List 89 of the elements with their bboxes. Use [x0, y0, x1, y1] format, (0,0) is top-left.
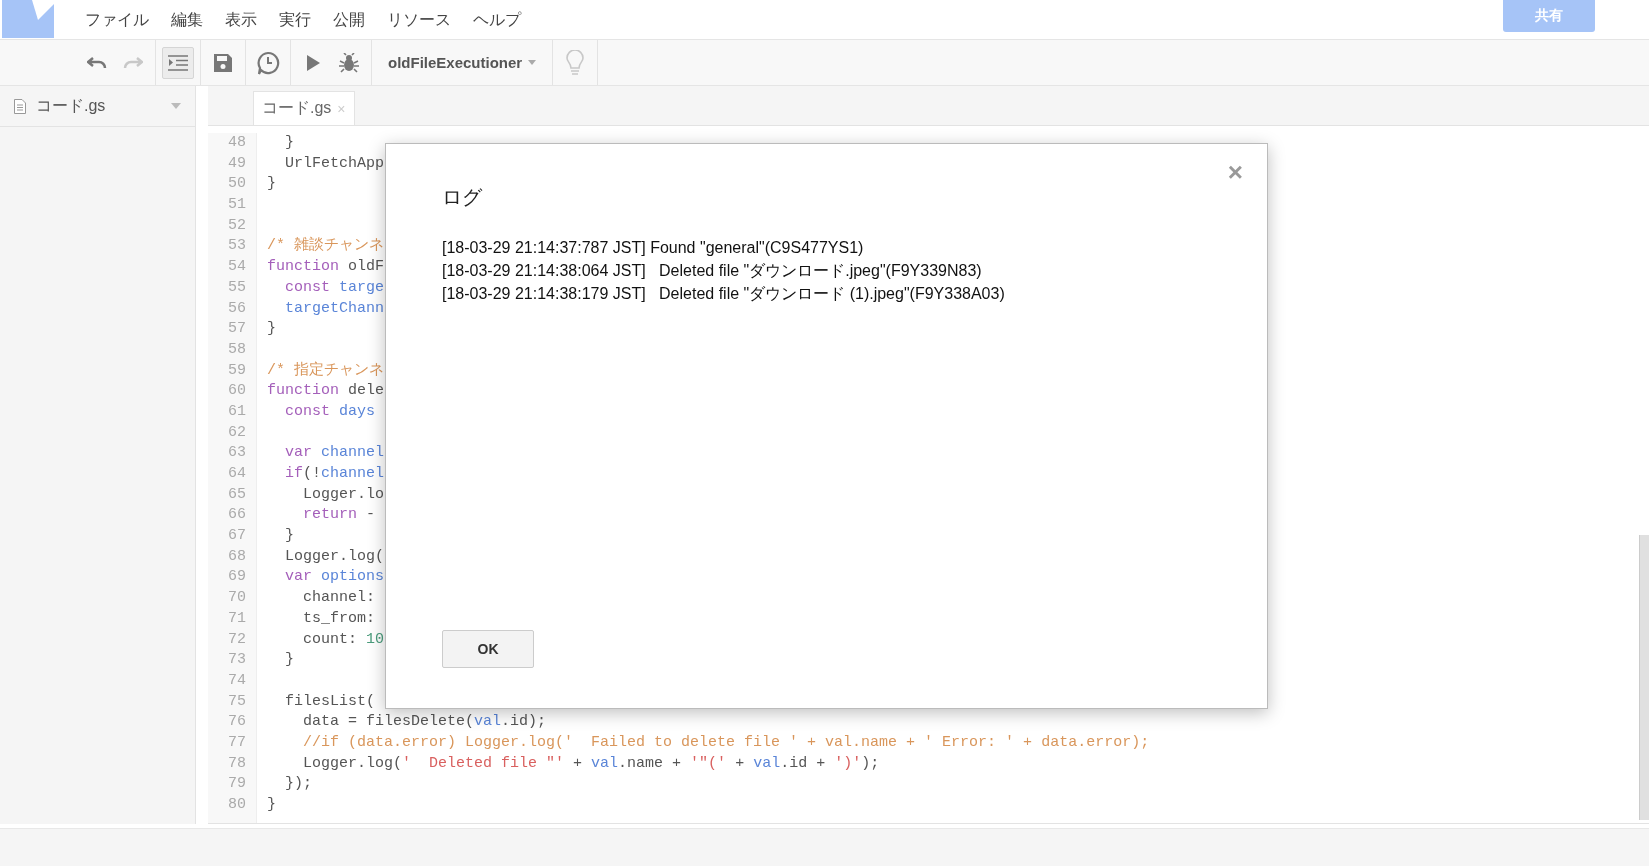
code-line: //if (data.error) Logger.log(' Failed to delete file ' + val.name + ' Error: ' + data.error); — [302, 732, 1150, 753]
line-number: 72 — [227, 629, 247, 650]
line-number: 79 — [227, 774, 247, 795]
code-line: function dele — [266, 381, 385, 402]
code-line: } — [284, 133, 294, 153]
line-number: 76 — [227, 712, 247, 733]
dialog-title: ログ — [442, 185, 483, 210]
file-tab[interactable]: コード.gs × — [253, 91, 355, 125]
scrollbar[interactable] — [1639, 535, 1649, 820]
code-line: UrlFetchApp — [284, 153, 385, 174]
line-number: 68 — [227, 546, 247, 567]
ok-button[interactable]: OK — [442, 630, 534, 668]
menu-item[interactable]: 編集 — [160, 10, 214, 31]
log-line: [18-03-29 21:14:38:064 JST] Deleted file "ダウンロード.jpeg"(F9Y339N83) — [442, 261, 983, 281]
line-number: 51 — [227, 195, 247, 216]
undo-icon — [87, 55, 107, 70]
code-line: } — [266, 795, 276, 815]
log-line: [18-03-29 21:14:38:179 JST] Deleted file "ダウンロード (1).jpeg"(F9Y338A03) — [442, 284, 1006, 304]
line-number: 49 — [227, 153, 247, 174]
menu-item[interactable]: ヘルプ — [462, 10, 532, 31]
function-select[interactable]: oldFileExecutioner — [378, 54, 547, 71]
menu-item[interactable]: 表示 — [214, 10, 268, 31]
line-number: 56 — [227, 298, 247, 319]
line-number: 48 — [227, 133, 247, 153]
play-icon — [306, 54, 320, 71]
redo-icon — [123, 55, 143, 70]
line-number: 53 — [227, 236, 247, 257]
code-line: Logger.log( — [284, 546, 385, 567]
code-line: var channel — [284, 443, 385, 464]
line-number: 63 — [227, 443, 247, 464]
line-number: 78 — [227, 753, 247, 774]
line-number: 54 — [227, 257, 247, 278]
save-icon — [214, 53, 232, 72]
indent-button[interactable] — [162, 46, 194, 79]
code-line: targetChann — [284, 298, 385, 319]
code-line: channel: — [302, 588, 376, 609]
line-number: 58 — [227, 339, 247, 360]
code-line: /* 雑談チャンネ — [266, 236, 384, 257]
lightbulb-icon — [566, 49, 585, 76]
log-line: [18-03-29 21:14:37:787 JST] Found "general"(C9S477YS1) — [442, 238, 865, 258]
line-number: 66 — [227, 505, 247, 526]
code-line: /* 指定チャンネ — [266, 360, 384, 381]
code-line: return - — [302, 505, 376, 526]
tab-label: コード.gs — [262, 98, 332, 118]
code-line: data = filesDelete(val.id); — [302, 712, 547, 733]
code-line: Logger.log(' Deleted file "' + val.name + '"(' + val.id + ')'); — [302, 753, 880, 774]
code-line: } — [284, 526, 294, 547]
line-number: 80 — [227, 795, 247, 815]
line-number: 65 — [227, 484, 247, 505]
line-number: 55 — [227, 277, 247, 298]
code-line: const targe — [284, 277, 385, 298]
line-number: 71 — [227, 608, 247, 629]
code-line: filesList( — [284, 691, 376, 712]
code-line: Logger.lo — [302, 484, 385, 505]
code-line: } — [266, 319, 276, 340]
line-number: 57 — [227, 319, 247, 340]
line-number: 69 — [227, 567, 247, 588]
code-line: var options — [284, 567, 385, 588]
code-line: if(!channel — [284, 464, 385, 484]
line-number: 73 — [227, 650, 247, 671]
line-number: 67 — [227, 526, 247, 547]
line-number: 74 — [227, 670, 247, 691]
line-number: 59 — [227, 360, 247, 381]
line-number: 70 — [227, 588, 247, 609]
code-line: ts_from: — [302, 608, 376, 629]
file-name: コード.gs — [36, 95, 107, 116]
line-number: 75 — [227, 691, 247, 712]
line-number: 62 — [227, 422, 247, 443]
bug-icon — [339, 52, 359, 73]
menu-item[interactable]: リソース — [376, 10, 462, 31]
code-line: }); — [284, 774, 312, 795]
document-icon — [14, 98, 26, 114]
indent-icon — [168, 54, 188, 71]
menu-item[interactable]: ファイル — [74, 10, 160, 31]
line-number: 60 — [227, 381, 247, 402]
clock-icon — [256, 50, 280, 75]
code-line: } — [266, 174, 276, 195]
code-line: count: 10 — [302, 629, 385, 650]
line-number: 50 — [227, 174, 247, 195]
line-number: 61 — [227, 401, 247, 422]
code-line: function oldF — [266, 257, 385, 278]
caret-icon — [528, 60, 537, 65]
line-number: 77 — [227, 732, 247, 753]
menu-item[interactable]: 公開 — [322, 10, 376, 31]
code-line: const days — [284, 401, 376, 422]
code-line: } — [284, 650, 294, 671]
menu-item[interactable]: 実行 — [268, 10, 322, 31]
line-number: 64 — [227, 464, 247, 484]
line-number: 52 — [227, 215, 247, 236]
